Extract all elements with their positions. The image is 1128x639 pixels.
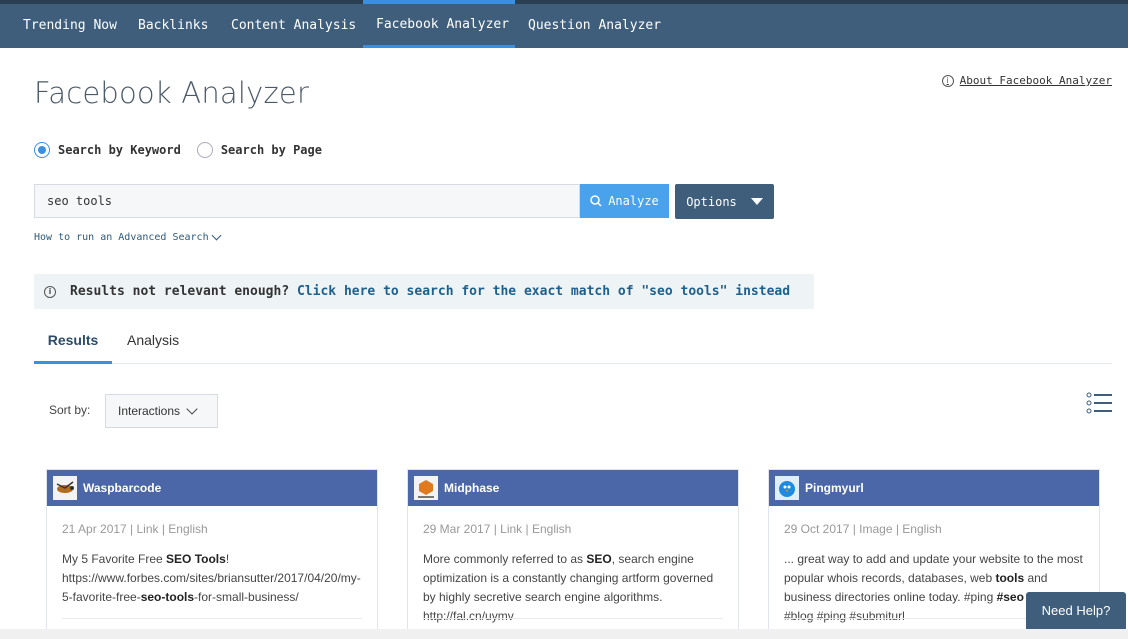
avatar: [414, 476, 438, 500]
about-facebook-analyzer-link[interactable]: i About Facebook Analyzer: [941, 74, 1112, 87]
chevron-down-icon: [211, 230, 222, 241]
results-tabs: Results Analysis: [34, 327, 1112, 364]
advanced-search-link[interactable]: How to run an Advanced Search: [34, 230, 222, 243]
tab-facebook-analyzer[interactable]: Facebook Analyzer: [363, 4, 515, 48]
sort-dropdown[interactable]: Interactions: [105, 394, 218, 428]
card-text: More commonly referred to as SEO, search…: [423, 550, 726, 626]
card-text-segment: My 5 Favorite Free: [62, 552, 167, 566]
result-card[interactable]: Waspbarcode 21 Apr 2017 | Link | English…: [46, 469, 378, 639]
info-icon: i: [44, 285, 56, 298]
tab-results[interactable]: Results: [34, 327, 112, 364]
page-title: Facebook Analyzer: [34, 76, 310, 110]
options-label: Options: [686, 194, 737, 209]
midphase-logo-icon: [418, 480, 434, 498]
search-input[interactable]: seo tools: [34, 184, 580, 218]
list-view-icon[interactable]: [1086, 392, 1114, 414]
card-divider: [423, 618, 723, 619]
card-page-name[interactable]: Waspbarcode: [83, 481, 161, 495]
card-meta: 21 Apr 2017 | Link | English: [62, 522, 208, 536]
highlight-term: SEO: [586, 552, 612, 566]
result-card[interactable]: Midphase 29 Mar 2017 | Link | English Mo…: [407, 469, 739, 639]
card-header: Pingmyurl: [769, 470, 1099, 506]
radio-page-label[interactable]: Search by Page: [221, 143, 322, 157]
bottom-toolbar: [0, 629, 1128, 639]
highlight-term: SEO Tools: [166, 552, 226, 566]
tab-analysis[interactable]: Analysis: [127, 327, 179, 364]
analyze-label: Analyze: [608, 194, 659, 208]
card-meta: 29 Oct 2017 | Image | English: [784, 522, 942, 536]
card-page-name[interactable]: Midphase: [444, 481, 499, 495]
highlight-term: seo-tools: [140, 590, 195, 604]
avatar: [53, 476, 77, 500]
search-icon: [590, 195, 602, 207]
radio-search-by-page[interactable]: [196, 142, 213, 158]
chevron-down-icon: [186, 402, 198, 415]
tab-question-analyzer[interactable]: Question Analyzer: [528, 4, 661, 48]
card-text: My 5 Favorite Free SEO Tools! https://ww…: [62, 550, 365, 607]
chevron-down-icon: [750, 198, 763, 205]
bird-icon: [779, 481, 795, 497]
info-icon: i: [941, 74, 954, 87]
card-header: Midphase: [408, 470, 738, 506]
relevance-notice: i Results not relevant enough? Click her…: [34, 274, 814, 309]
top-nav: Trending Now Backlinks Content Analysis …: [0, 0, 1128, 48]
radio-search-by-keyword[interactable]: [34, 142, 50, 158]
exact-match-link[interactable]: Click here to search for the exact match…: [297, 284, 790, 299]
card-page-name[interactable]: Pingmyurl: [805, 481, 864, 495]
card-divider: [62, 618, 362, 619]
highlight-term: #seo: [996, 590, 1024, 604]
tab-backlinks[interactable]: Backlinks: [138, 4, 208, 48]
search-mode-group: Search by Keyword Search by Page: [34, 142, 322, 158]
card-text-segment: More commonly referred to as: [423, 552, 587, 566]
need-help-button[interactable]: Need Help?: [1026, 592, 1126, 629]
wasp-icon: [56, 481, 74, 493]
avatar: [775, 476, 799, 500]
advanced-search-label: How to run an Advanced Search: [34, 232, 209, 243]
options-button[interactable]: Options: [675, 184, 774, 219]
card-text-segment: -for-small-business/: [194, 590, 299, 604]
tab-content-analysis[interactable]: Content Analysis: [231, 4, 356, 48]
about-link-label: About Facebook Analyzer: [959, 74, 1112, 87]
sort-by-label: Sort by:: [49, 403, 91, 417]
notice-prefix: Results not relevant enough?: [70, 284, 290, 299]
card-meta: 29 Mar 2017 | Link | English: [423, 522, 572, 536]
tab-trending-now[interactable]: Trending Now: [23, 4, 117, 48]
analyze-button[interactable]: Analyze: [580, 184, 669, 218]
highlight-term: tools: [995, 571, 1025, 585]
radio-keyword-label[interactable]: Search by Keyword: [58, 143, 181, 157]
card-header: Waspbarcode: [47, 470, 377, 506]
sort-value: Interactions: [118, 404, 181, 418]
